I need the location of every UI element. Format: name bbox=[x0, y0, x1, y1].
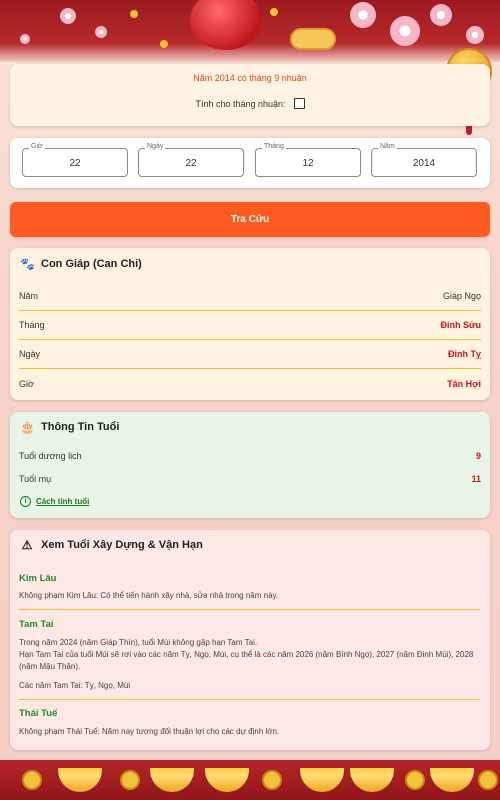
canchi-day-value: Đinh Tỵ bbox=[448, 349, 481, 359]
divider bbox=[19, 699, 480, 700]
kim-lau-title: Kim Lâu bbox=[19, 573, 57, 584]
canchi-day-label: Ngày bbox=[19, 349, 41, 359]
canchi-row-year: Năm Giáp Ngọ bbox=[19, 282, 481, 310]
canchi-row-day: Ngày Đinh Tỵ bbox=[19, 340, 481, 368]
tam-tai-text-1: Trong năm 2024 (năm Giáp Thìn), tuổi Mùi… bbox=[19, 638, 258, 647]
canchi-row-hour: Giờ Tân Hợi bbox=[19, 370, 481, 398]
canchi-hour-label: Giờ bbox=[19, 379, 34, 389]
age-calculation-link-text[interactable]: Cách tính tuổi bbox=[36, 497, 89, 506]
kim-lau-text: Không phạm Kim Lâu: Có thể tiến hành xây… bbox=[19, 591, 279, 600]
day-field[interactable]: Ngày 22 bbox=[138, 143, 244, 177]
lunar-age-label: Tuổi mụ bbox=[19, 474, 52, 484]
canchi-card-title: Con Giáp (Can Chi) bbox=[41, 258, 142, 270]
build-card-title: Xem Tuổi Xây Dựng & Vận Hạn bbox=[41, 539, 203, 551]
leap-month-checkbox[interactable] bbox=[293, 98, 305, 109]
month-field-label: Tháng bbox=[262, 143, 286, 150]
solar-age-label: Tuổi dương lịch bbox=[19, 451, 82, 461]
day-field-value[interactable]: 22 bbox=[139, 158, 243, 169]
solar-age-value: 9 bbox=[475, 451, 481, 461]
build-card-header: ⚠ Xem Tuổi Xây Dựng & Vận Hạn bbox=[20, 538, 203, 552]
cake-icon: 🎂 bbox=[20, 420, 35, 434]
date-input-card: Giờ 22 Ngày 22 Tháng 12 Năm 2014 bbox=[10, 138, 490, 188]
lunar-age-value: 11 bbox=[471, 474, 481, 484]
header-decoration bbox=[0, 0, 500, 62]
leap-month-card: Năm 2014 có tháng 9 nhuận Tính cho tháng… bbox=[10, 64, 490, 126]
age-row-solar: Tuổi dương lịch 9 bbox=[19, 446, 481, 466]
canchi-card: 🐾 Con Giáp (Can Chi) Năm Giáp Ngọ Tháng … bbox=[10, 248, 490, 400]
age-calculation-link[interactable]: i Cách tính tuổi bbox=[20, 496, 89, 507]
leap-month-row: Tính cho tháng nhuận: bbox=[10, 98, 490, 109]
month-field-value[interactable]: 12 bbox=[256, 158, 360, 169]
age-info-card: 🎂 Thông Tin Tuổi Tuổi dương lịch 9 Tuổi … bbox=[10, 412, 490, 518]
tam-tai-text-3: Các năm Tam Tai: Tỵ, Ngọ, Mùi bbox=[19, 681, 131, 690]
hour-field[interactable]: Giờ 22 bbox=[22, 143, 128, 177]
tam-tai-title: Tam Tai bbox=[19, 619, 54, 630]
paw-icon: 🐾 bbox=[20, 257, 35, 271]
year-field-label: Năm bbox=[378, 143, 397, 150]
divider bbox=[19, 609, 480, 610]
thai-tue-text: Không phạm Thái Tuế: Năm nay tương đối t… bbox=[19, 727, 280, 736]
tam-tai-text-2: Hạn Tam Tai của tuổi Mùi sẽ rơi vào các … bbox=[19, 650, 474, 672]
leap-month-label: Tính cho tháng nhuận: bbox=[195, 98, 286, 109]
canchi-year-label: Năm bbox=[19, 291, 39, 301]
warning-icon: ⚠ bbox=[21, 538, 33, 552]
canchi-row-month: Tháng Đinh Sửu bbox=[19, 311, 481, 339]
thai-tue-title: Thái Tuế bbox=[19, 708, 58, 719]
hour-field-value[interactable]: 22 bbox=[23, 158, 127, 169]
info-icon: i bbox=[20, 496, 31, 507]
canchi-month-value: Đinh Sửu bbox=[440, 320, 481, 330]
leap-month-status: Năm 2014 có tháng 9 nhuận bbox=[193, 73, 307, 83]
canchi-hour-value: Tân Hợi bbox=[447, 379, 481, 389]
hour-field-label: Giờ bbox=[29, 143, 45, 150]
age-row-lunar: Tuổi mụ 11 bbox=[19, 469, 481, 489]
search-button[interactable]: Tra Cứu bbox=[10, 202, 490, 237]
month-field[interactable]: Tháng 12 bbox=[255, 143, 361, 177]
canchi-month-label: Tháng bbox=[19, 320, 45, 330]
day-field-label: Ngày bbox=[145, 143, 166, 150]
year-field[interactable]: Năm 2014 bbox=[371, 143, 477, 177]
canchi-year-value: Giáp Ngọ bbox=[442, 291, 481, 301]
canchi-card-header: 🐾 Con Giáp (Can Chi) bbox=[20, 257, 142, 271]
age-card-header: 🎂 Thông Tin Tuổi bbox=[20, 420, 119, 434]
building-fortune-card: ⚠ Xem Tuổi Xây Dựng & Vận Hạn Kim Lâu Kh… bbox=[10, 530, 490, 750]
year-field-value[interactable]: 2014 bbox=[372, 158, 476, 169]
footer-decoration bbox=[0, 760, 500, 800]
divider bbox=[19, 368, 481, 369]
age-card-title: Thông Tin Tuổi bbox=[41, 421, 120, 433]
